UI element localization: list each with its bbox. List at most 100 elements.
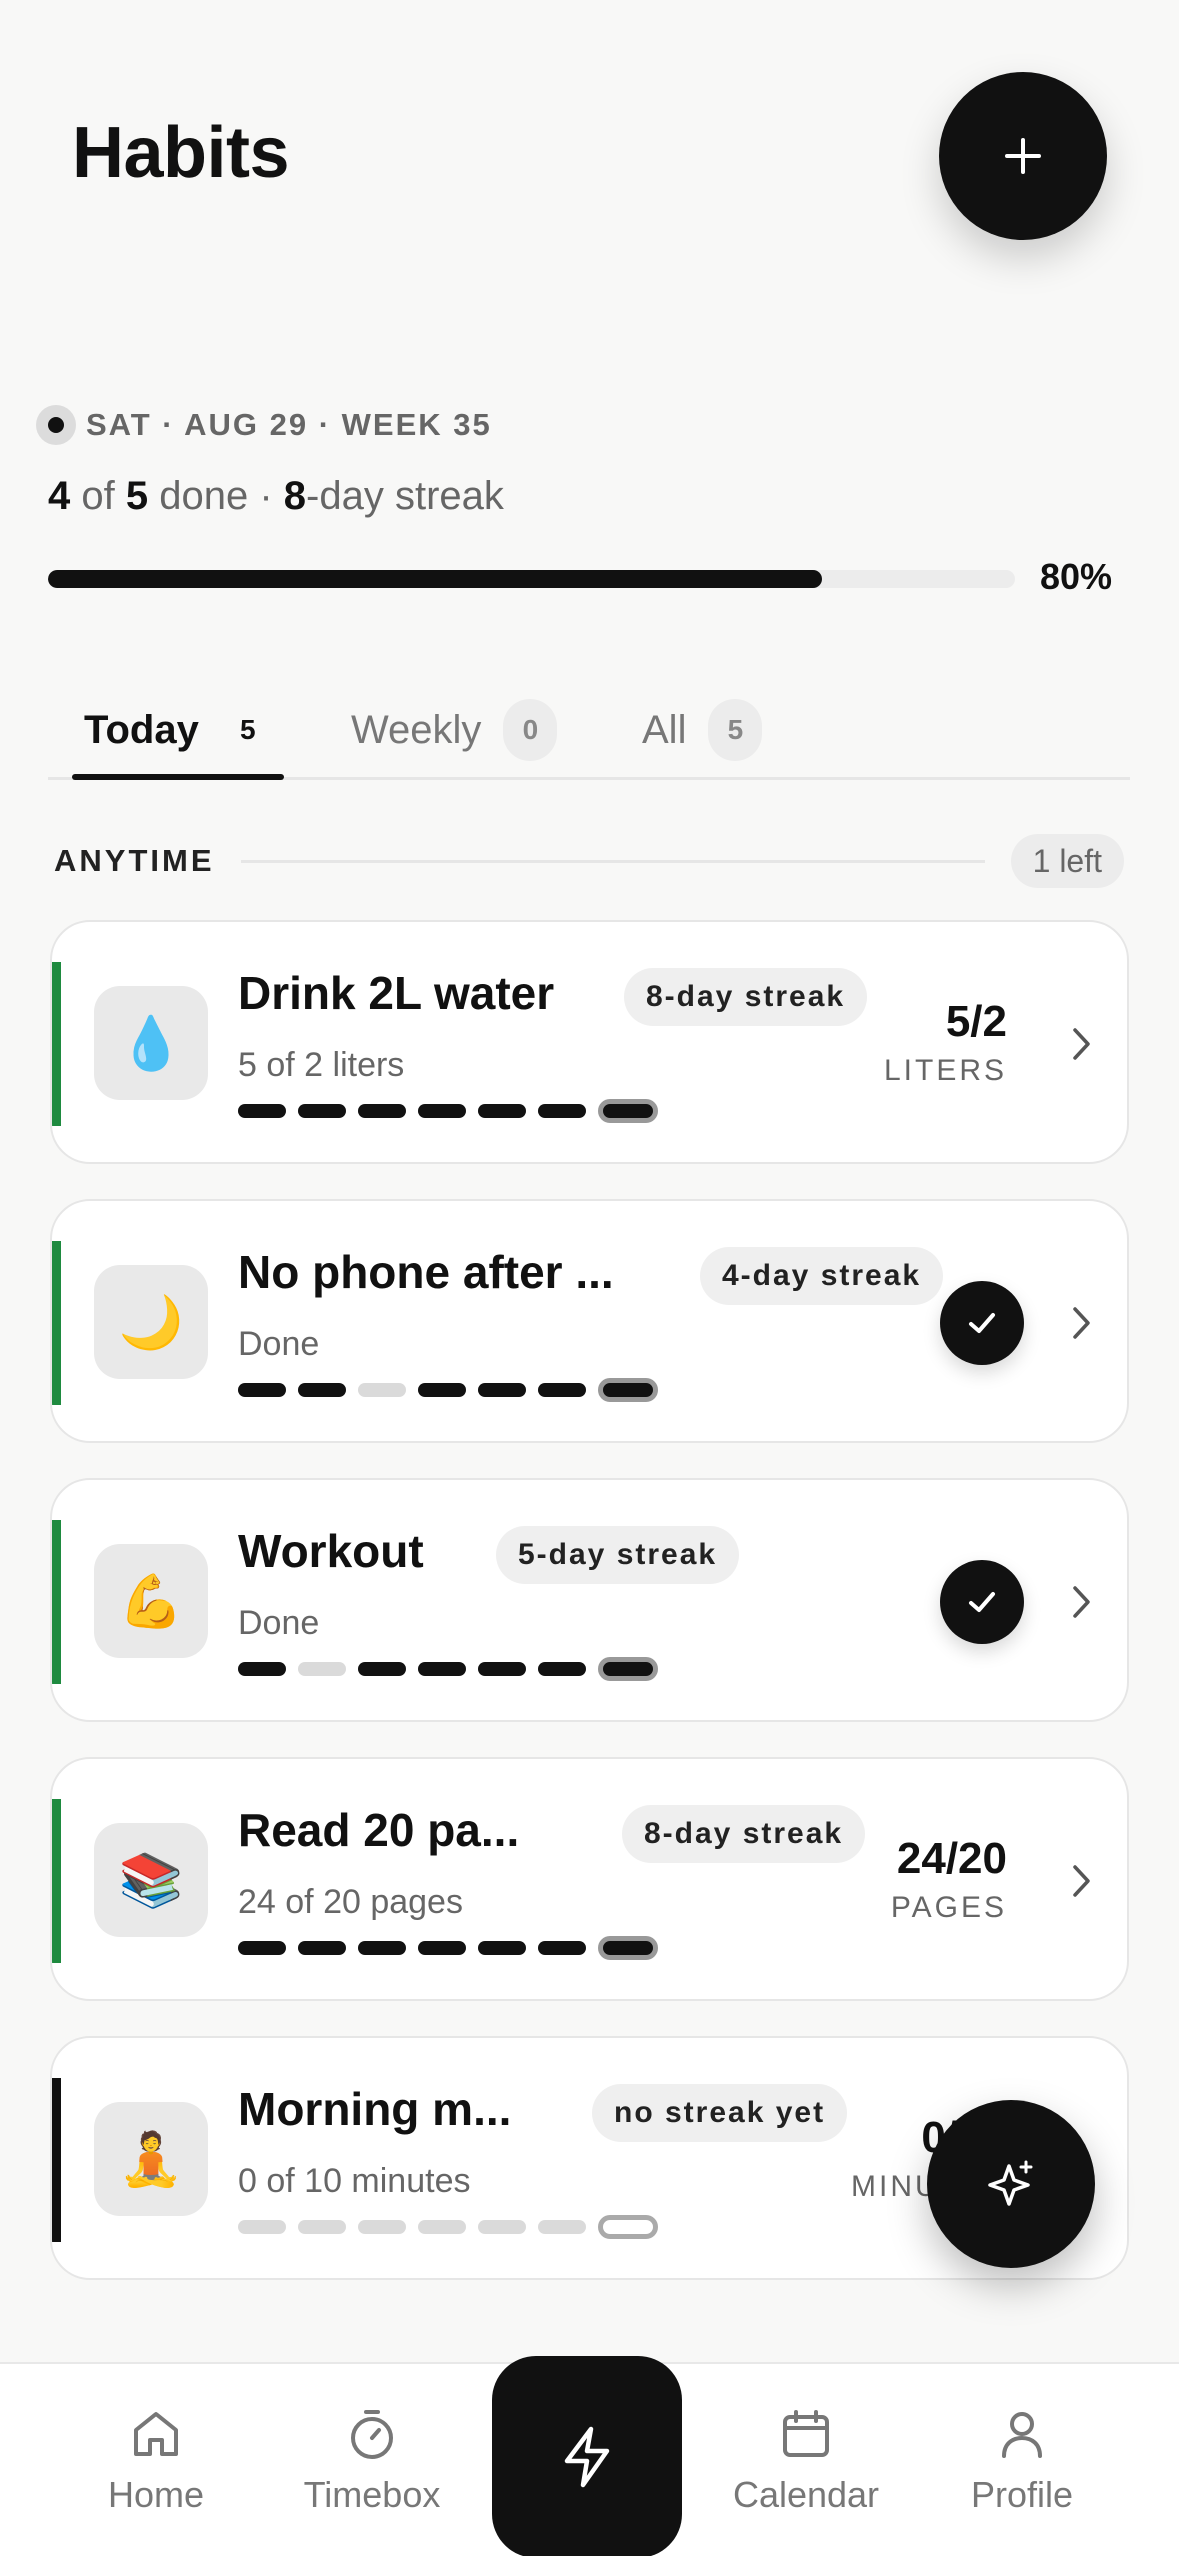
nav-home[interactable]: Home — [56, 2404, 256, 2516]
water-drop-icon: 💧 — [94, 986, 208, 1100]
stopwatch-icon — [351, 2410, 393, 2459]
tab-all[interactable]: All 5 — [642, 680, 763, 780]
habit-card[interactable]: 🌙 No phone after ... 4-day streak Done — [50, 1199, 1129, 1443]
nav-label: Calendar — [732, 2474, 880, 2515]
history-dot — [478, 1383, 526, 1397]
habit-card[interactable]: 💪 Workout 5-day streak Done — [50, 1478, 1129, 1722]
today-dot — [598, 1099, 658, 1123]
habit-progress: 5/2 LITERS — [884, 1000, 1007, 1088]
today-dot — [598, 2215, 658, 2239]
status-accent — [52, 962, 61, 1126]
history-dot — [238, 1104, 286, 1118]
today-dot — [598, 1378, 658, 1402]
complete-toggle[interactable] — [940, 1281, 1024, 1365]
nav-calendar[interactable]: Calendar — [706, 2404, 906, 2516]
history-dot — [418, 1104, 466, 1118]
history-dot — [238, 2220, 286, 2234]
habit-name: Read 20 pa... — [238, 1804, 520, 1856]
moon-icon: 🌙 — [94, 1265, 208, 1379]
nav-timebox[interactable]: Timebox — [272, 2404, 472, 2516]
history-dots — [238, 1936, 658, 1960]
progress-unit: PAGES — [890, 1891, 1007, 1924]
history-dot — [478, 1941, 526, 1955]
tab-today[interactable]: Today 5 — [84, 680, 275, 780]
nav-label: Profile — [970, 2474, 1074, 2515]
chevron-right-icon[interactable] — [1064, 1580, 1100, 1624]
status-accent — [52, 1520, 61, 1684]
today-dot — [598, 1936, 658, 1960]
history-dot — [358, 1383, 406, 1397]
page-title: Habits — [72, 113, 290, 193]
habit-card[interactable]: 💧 Drink 2L water 8-day streak 5 of 2 lit… — [50, 920, 1129, 1164]
meditation-icon: 🧘 — [94, 2102, 208, 2216]
active-tab-indicator — [72, 774, 284, 780]
history-dot — [538, 1662, 586, 1676]
history-dot — [478, 1104, 526, 1118]
profile-icon — [1002, 2412, 1042, 2458]
nav-profile[interactable]: Profile — [922, 2404, 1122, 2516]
check-icon — [969, 1313, 995, 1333]
sparkle-icon — [988, 2160, 1033, 2206]
flexed-bicep-icon: 💪 — [94, 1544, 208, 1658]
tab-count: 0 — [503, 699, 558, 761]
history-dot — [418, 1383, 466, 1397]
habit-name: No phone after ... — [238, 1246, 614, 1298]
progress-unit: LITERS — [883, 1054, 1007, 1087]
habit-card[interactable]: 📚 Read 20 pa... 8-day streak 24 of 20 pa… — [50, 1757, 1129, 2001]
history-dot — [238, 1941, 286, 1955]
history-dots — [238, 1378, 658, 1402]
plus-icon — [1005, 138, 1041, 174]
tab-count: 5 — [240, 714, 256, 745]
progress-percent: 80% — [1040, 556, 1113, 597]
habit-subtitle: 5 of 2 liters — [238, 1046, 405, 1084]
live-dot-icon — [36, 405, 76, 445]
history-dot — [538, 1104, 586, 1118]
tab-bar: Today 5 Weekly 0 All 5 — [48, 680, 1130, 780]
history-dot — [538, 1941, 586, 1955]
history-dot — [478, 2220, 526, 2234]
history-dot — [358, 2220, 406, 2234]
history-dot — [238, 1662, 286, 1676]
progress-bar-fill — [48, 570, 822, 588]
books-icon: 📚 — [94, 1823, 208, 1937]
progress-value: 24/20 — [896, 1834, 1007, 1883]
nav-quick-action[interactable] — [492, 2356, 682, 2556]
status-accent — [52, 2078, 61, 2242]
history-dots — [238, 1657, 658, 1681]
section-label: ANYTIME — [54, 843, 215, 878]
history-dot — [478, 1662, 526, 1676]
chevron-right-icon[interactable] — [1064, 1301, 1100, 1345]
history-dot — [358, 1941, 406, 1955]
history-dot — [418, 1662, 466, 1676]
history-dot — [298, 1941, 346, 1955]
today-dot — [598, 1657, 658, 1681]
progress-bar — [48, 570, 1015, 588]
progress-summary: 4 of 5 done · 8-day streak — [48, 474, 504, 518]
remaining-badge: 1 left — [1010, 834, 1124, 888]
history-dots — [238, 2215, 658, 2239]
habit-subtitle: 24 of 20 pages — [238, 1883, 463, 1921]
streak-badge: 4-day streak — [700, 1247, 944, 1305]
check-icon — [969, 1592, 995, 1612]
history-dot — [538, 1383, 586, 1397]
tab-label: Weekly — [351, 707, 482, 752]
add-habit-button[interactable] — [939, 72, 1107, 240]
calendar-icon — [783, 2410, 829, 2457]
ai-assistant-button[interactable] — [927, 2100, 1095, 2268]
chevron-right-icon[interactable] — [1064, 1022, 1100, 1066]
bottom-nav: Home Timebox Calendar Profile — [0, 2356, 1179, 2556]
habit-subtitle: Done — [238, 1325, 320, 1363]
streak-badge: 8-day streak — [622, 1805, 866, 1863]
habit-name: Drink 2L water — [238, 967, 555, 1019]
nav-label: Timebox — [303, 2474, 441, 2515]
complete-toggle[interactable] — [940, 1560, 1024, 1644]
tab-label: Today — [84, 707, 199, 752]
streak-badge: no streak yet — [592, 2084, 848, 2142]
chevron-right-icon[interactable] — [1064, 1859, 1100, 1903]
tab-weekly[interactable]: Weekly 0 — [351, 680, 558, 780]
home-icon — [134, 2412, 178, 2456]
history-dots — [238, 1099, 658, 1123]
history-dot — [538, 2220, 586, 2234]
status-accent — [52, 1799, 61, 1963]
streak-badge: 8-day streak — [624, 968, 868, 1026]
